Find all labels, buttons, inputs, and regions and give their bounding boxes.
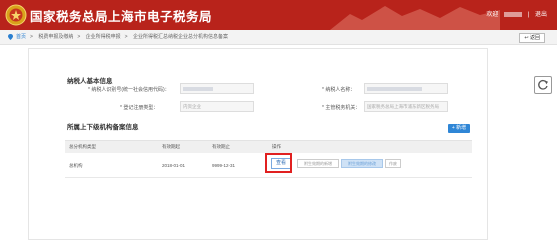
header-divider: | xyxy=(527,12,530,18)
breadcrumb-item[interactable]: 税费申报及缴纳 xyxy=(38,34,73,40)
welcome-text: 欢迎 xyxy=(486,12,499,18)
breadcrumb-item[interactable]: 企业所得税申报 xyxy=(86,34,121,40)
col-org-type: 总分机构类型 xyxy=(69,144,96,149)
breadcrumb-current: 企业所得税汇总纳税企业总分机构信息备案 xyxy=(132,34,228,40)
user-name-redacted xyxy=(504,11,523,17)
basic-info-title: 纳税人基本信息 xyxy=(67,78,113,85)
highlight-box xyxy=(265,153,292,173)
branch-info-title: 所属上下级机构备案信息 xyxy=(67,124,139,131)
mountain-decoration xyxy=(330,6,500,30)
registration-type-field: 内资企业 xyxy=(180,101,254,112)
back-label: 返回 xyxy=(529,35,540,41)
cell-end-date: 9999-12-31 xyxy=(212,163,236,168)
taxpayer-name-label: * 纳税人名称： xyxy=(322,87,356,93)
refresh-icon xyxy=(538,79,548,90)
taxpayer-id-redacted xyxy=(183,86,213,91)
site-title: 国家税务总局上海市电子税务局 xyxy=(30,10,213,24)
location-pin-icon xyxy=(8,34,13,40)
header-user-area: 欢迎 | 退出 xyxy=(482,9,547,18)
back-icon: ↩ xyxy=(524,35,529,41)
add-button[interactable]: + 新增 xyxy=(448,124,470,133)
cell-org-type: 总机构 xyxy=(69,163,83,168)
refresh-button[interactable] xyxy=(534,76,552,94)
registration-type-label: * 登记注册类型： xyxy=(120,105,159,111)
breadcrumb: 首页 > 税费申报及缴纳 > 企业所得税申报 > 企业所得税汇总纳税企业总分机构信息备… xyxy=(0,30,557,45)
tax-emblem-icon xyxy=(5,4,27,26)
cell-start-date: 2018-01-01 xyxy=(162,163,186,168)
taxpayer-name-redacted xyxy=(367,86,422,91)
add-with-effective-date-button[interactable]: 附生效期的新增 xyxy=(297,159,339,168)
void-button[interactable]: 作废 xyxy=(385,159,401,168)
modify-with-effective-date-button[interactable]: 附生效期的修改 xyxy=(341,159,383,168)
col-start-date: 有效期起 xyxy=(162,144,180,149)
site-header: 国家税务总局上海市电子税务局 欢迎 | 退出 xyxy=(0,0,557,30)
col-end-date: 有效期止 xyxy=(212,144,230,149)
breadcrumb-home[interactable]: 首页 xyxy=(16,34,26,40)
taxpayer-name-field xyxy=(364,83,448,94)
logout-link[interactable]: 退出 xyxy=(535,9,547,18)
tax-authority-field: 国家税务总局上海市浦东新区税务局 xyxy=(364,101,448,112)
back-button[interactable]: ↩ 返回 xyxy=(519,33,545,43)
col-actions: 操作 xyxy=(272,144,281,149)
tax-authority-label: * 主管税务机关： xyxy=(322,105,361,111)
taxpayer-id-label: * 纳税人识别号(统一社会信用代码)： xyxy=(88,87,170,93)
taxpayer-id-field xyxy=(180,83,254,94)
